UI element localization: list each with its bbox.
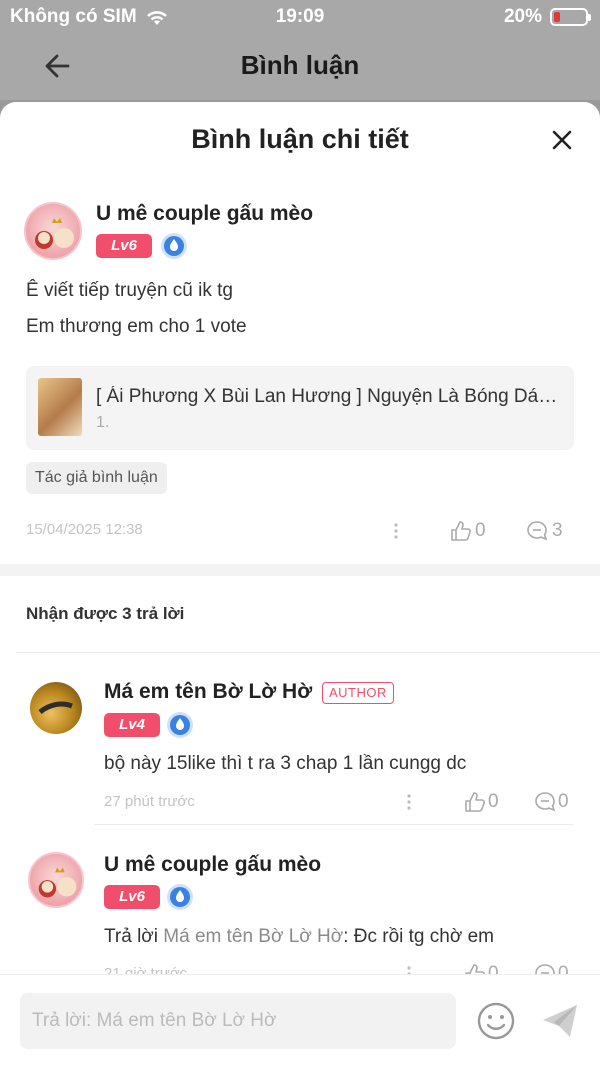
replies-count-title: Nhận được 3 trả lời — [26, 604, 185, 623]
medal-icon — [167, 712, 193, 738]
reply-icon[interactable] — [526, 520, 548, 542]
avatar[interactable] — [30, 682, 82, 734]
top-nav: Bình luận — [0, 34, 600, 100]
story-chapter: 1. — [96, 414, 110, 431]
battery-icon — [550, 8, 591, 26]
like-icon[interactable] — [450, 520, 472, 542]
level-badge: Lv6 — [96, 234, 152, 258]
story-card[interactable]: [ Ái Phương X Bùi Lan Hương ] Nguyện Là … — [26, 366, 574, 450]
close-icon[interactable] — [550, 128, 574, 152]
reply-text: Trả lời Má em tên Bờ Lờ Hờ: Đc rồi tg ch… — [104, 926, 494, 948]
reply-to-link[interactable]: Má em tên Bờ Lờ Hờ — [163, 926, 343, 947]
comment-line-2: Em thương em cho 1 vote — [26, 316, 247, 337]
level-badge: Lv4 — [104, 713, 160, 737]
divider — [16, 652, 600, 653]
comment-timestamp: 15/04/2025 12:38 — [26, 521, 143, 538]
emoji-icon[interactable] — [476, 1001, 516, 1041]
battery-percent: 20% — [503, 6, 542, 27]
section-divider — [0, 564, 600, 576]
reply-username[interactable]: U mê couple gấu mèo — [104, 853, 321, 877]
avatar[interactable] — [28, 852, 84, 908]
like-icon[interactable] — [464, 791, 486, 813]
reply-body: : Đc rồi tg chờ em — [343, 926, 494, 947]
more-options-icon[interactable] — [407, 794, 411, 810]
comment-username[interactable]: U mê couple gấu mèo — [96, 202, 313, 226]
comment-detail-sheet: Bình luận chi tiết U mê couple gấu mèo L… — [0, 102, 600, 1067]
reply-input[interactable] — [20, 993, 456, 1049]
author-badge: AUTHOR — [322, 682, 394, 704]
page-title: Bình luận — [240, 50, 360, 80]
reply-username[interactable]: Má em tên Bờ Lờ Hờ — [104, 680, 312, 704]
medal-icon — [161, 233, 187, 259]
reply-count: 3 — [552, 520, 563, 541]
comment-count: 0 — [558, 791, 569, 812]
divider — [94, 824, 574, 825]
medal-icon — [167, 884, 193, 910]
send-icon[interactable] — [540, 1001, 580, 1041]
more-options-icon[interactable] — [394, 523, 398, 539]
status-bar: Không có SIM 19:09 20% — [0, 0, 600, 34]
avatar[interactable] — [24, 202, 82, 260]
author-comment-tag: Tác giả bình luận — [26, 462, 167, 494]
reply-input-bar — [0, 974, 600, 1067]
story-title: [ Ái Phương X Bùi Lan Hương ] Nguyện Là … — [96, 386, 564, 407]
reply-text: bộ này 15like thì t ra 3 chap 1 lần cung… — [104, 753, 467, 774]
like-count: 0 — [488, 791, 499, 812]
story-cover — [38, 378, 82, 436]
level-badge: Lv6 — [104, 885, 160, 909]
comment-line-1: Ê viết tiếp truyện cũ ik tg — [26, 280, 233, 301]
reply-timestamp: 27 phút trước — [104, 793, 195, 810]
reply-prefix: Trả lời — [104, 926, 164, 947]
comment-icon[interactable] — [534, 791, 556, 813]
like-count: 0 — [475, 520, 486, 541]
sheet-title: Bình luận chi tiết — [191, 124, 409, 154]
